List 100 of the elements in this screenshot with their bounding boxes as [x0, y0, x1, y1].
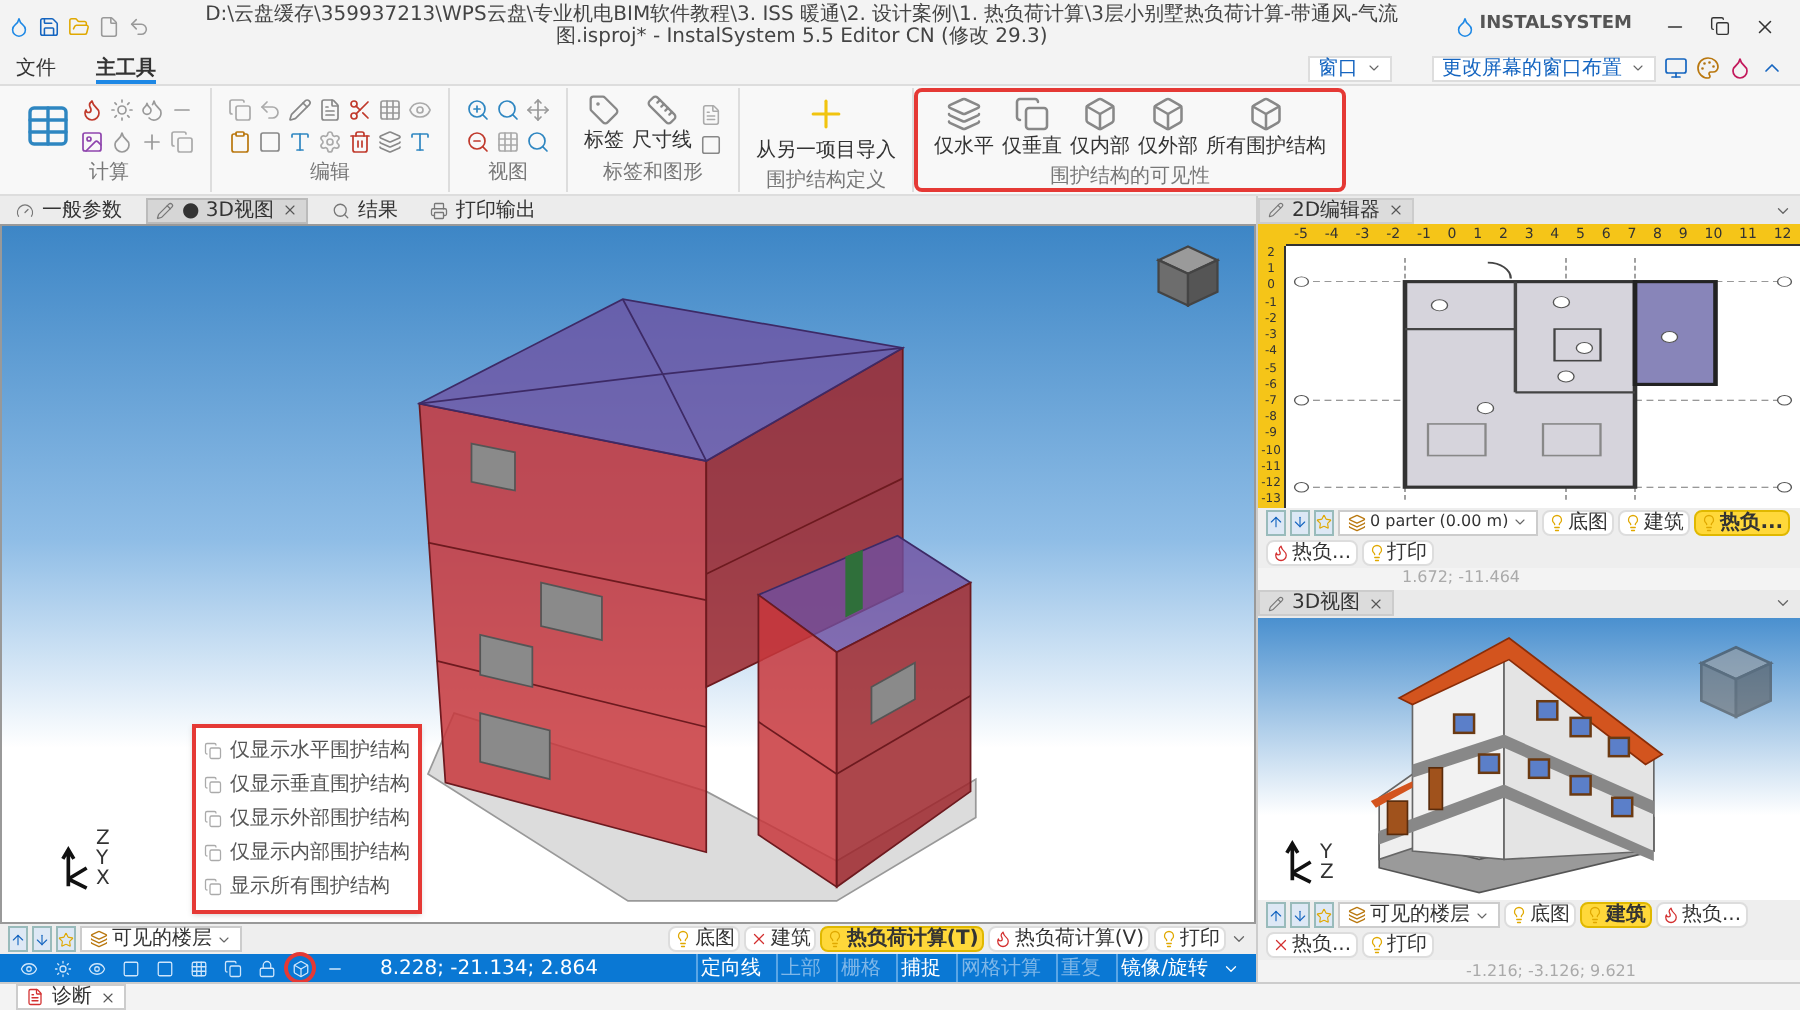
navigation-cube-icon[interactable]: [1154, 242, 1222, 310]
3d-viewport[interactable]: Y Z: [1258, 617, 1800, 900]
visibility-button[interactable]: 仅外部: [1138, 96, 1198, 162]
flame-icon[interactable]: [80, 97, 104, 121]
layer-tab[interactable]: 热负荷计算(V): [988, 926, 1150, 952]
search-icon[interactable]: [526, 129, 550, 153]
3d-viewport[interactable]: Z Y X 仅显示水平围护结构 仅显示垂直围护结构 仅显示外部围护结构 仅显示内部围护结构 显示所有围护结构: [0, 224, 1256, 924]
layer-tab[interactable]: 热负...: [1266, 932, 1358, 958]
copy-icon[interactable]: [228, 97, 252, 121]
down-button[interactable]: [1290, 509, 1310, 535]
file-icon[interactable]: [98, 15, 120, 37]
document-tab[interactable]: 一般参数: [8, 197, 130, 223]
status-tool[interactable]: [186, 956, 210, 980]
diagnostics-tab[interactable]: 诊断: [16, 984, 126, 1010]
menu-item[interactable]: 仅显示外部围护结构: [204, 804, 410, 834]
layer-tab[interactable]: 建筑: [744, 926, 817, 952]
panel-tab[interactable]: 2D编辑器: [1258, 197, 1415, 223]
floor-dropdown[interactable]: 可见的楼层: [1338, 902, 1500, 928]
layer-tab[interactable]: 打印: [1361, 539, 1434, 565]
undo-icon[interactable]: [258, 97, 282, 121]
navigation-cube-icon[interactable]: [1696, 641, 1776, 721]
star-button[interactable]: [56, 926, 76, 952]
gear-icon[interactable]: [318, 129, 342, 153]
layers-icon[interactable]: [378, 129, 402, 153]
status-tool[interactable]: [254, 956, 278, 980]
layer-tab[interactable]: 底图: [1504, 902, 1576, 928]
layout-dropdown[interactable]: 更改屏幕的窗口布置: [1432, 55, 1656, 81]
document-tab[interactable]: 打印输出: [421, 197, 544, 223]
restore-icon[interactable]: [1710, 16, 1730, 36]
layer-tab[interactable]: 打印: [1154, 926, 1226, 952]
status-tool[interactable]: [118, 956, 142, 980]
zoom-in-icon[interactable]: [466, 97, 490, 121]
floor-dropdown[interactable]: 0 parter (0.00 m): [1338, 509, 1539, 535]
scissors-icon[interactable]: [348, 97, 372, 121]
down-button[interactable]: [32, 926, 52, 952]
visibility-button[interactable]: 仅内部: [1070, 96, 1130, 162]
document-tab[interactable]: 结果: [323, 197, 406, 223]
caret-icon[interactable]: [1774, 594, 1792, 612]
table-icon[interactable]: [24, 101, 72, 149]
floor-dropdown[interactable]: 可见的楼层: [80, 926, 242, 952]
menu-item[interactable]: 仅显示水平围护结构: [204, 736, 410, 766]
up-button[interactable]: [8, 926, 28, 952]
document-icon[interactable]: [700, 104, 722, 126]
layer-tab[interactable]: 热负...: [1656, 902, 1748, 928]
text-icon[interactable]: [288, 129, 312, 153]
save-icon[interactable]: [38, 15, 60, 37]
grid-icon[interactable]: [496, 129, 520, 153]
palette-icon[interactable]: [1696, 56, 1720, 80]
eye-icon[interactable]: [408, 97, 432, 121]
image-icon[interactable]: [80, 129, 104, 153]
up-button[interactable]: [1266, 509, 1286, 535]
star-button[interactable]: [1314, 509, 1334, 535]
close-icon[interactable]: [1754, 15, 1776, 37]
window-dropdown[interactable]: 窗口: [1308, 55, 1392, 81]
search-icon[interactable]: [496, 97, 520, 121]
layer-tab[interactable]: 底图: [668, 926, 741, 952]
undo-icon[interactable]: [128, 15, 150, 37]
menu-item[interactable]: 仅显示垂直围护结构: [204, 770, 410, 800]
ribbon-button[interactable]: 尺寸线: [632, 94, 692, 156]
layer-tab[interactable]: 底图: [1542, 509, 1615, 535]
down-button[interactable]: [1290, 902, 1310, 928]
star-button[interactable]: [1314, 902, 1334, 928]
menu-item[interactable]: 显示所有围护结构: [204, 872, 410, 902]
document-tab[interactable]: ● 3D视图: [146, 197, 308, 223]
visibility-button[interactable]: 仅垂直: [1002, 96, 1062, 162]
pencil-icon[interactable]: [288, 97, 312, 121]
menu-item[interactable]: 仅显示内部围护结构: [204, 838, 410, 868]
folder-icon[interactable]: [68, 15, 90, 37]
layer-tab[interactable]: 热负...: [1694, 509, 1790, 535]
menu-tab[interactable]: 文件: [16, 53, 56, 83]
grid-icon[interactable]: [378, 97, 402, 121]
drop-icon[interactable]: [1728, 56, 1752, 80]
layer-tab[interactable]: 热负荷计算(T): [820, 926, 985, 952]
monitor-icon[interactable]: [1664, 56, 1688, 80]
copy-icon[interactable]: [170, 129, 194, 153]
status-tool[interactable]: [220, 956, 244, 980]
drop-icon[interactable]: [110, 129, 134, 153]
panel-tab[interactable]: 3D视图: [1258, 590, 1395, 616]
zoom-out-icon[interactable]: [466, 129, 490, 153]
text-icon[interactable]: [408, 129, 432, 153]
delete-icon[interactable]: [348, 129, 372, 153]
square-icon[interactable]: [258, 129, 282, 153]
status-tool[interactable]: [288, 956, 312, 980]
import-button[interactable]: 从另一项目导入: [756, 92, 896, 166]
layer-tab[interactable]: 建筑: [1580, 902, 1652, 928]
layer-tab[interactable]: 建筑: [1618, 509, 1691, 535]
ribbon-button[interactable]: 标签: [584, 94, 624, 156]
status-tool[interactable]: [152, 956, 176, 980]
move-icon[interactable]: [526, 97, 550, 121]
layer-tab[interactable]: 打印: [1361, 932, 1434, 958]
square-icon[interactable]: [700, 134, 722, 156]
up-button[interactable]: [1266, 902, 1286, 928]
layer-tab[interactable]: 热负...: [1266, 539, 1358, 565]
plus-icon[interactable]: [140, 129, 164, 153]
visibility-button[interactable]: 仅水平: [934, 96, 994, 162]
document-icon[interactable]: [318, 97, 342, 121]
sun-icon[interactable]: [110, 97, 134, 121]
drops-icon[interactable]: [140, 97, 164, 121]
clipboard-icon[interactable]: [228, 129, 252, 153]
visibility-button[interactable]: 所有围护结构: [1206, 96, 1326, 162]
